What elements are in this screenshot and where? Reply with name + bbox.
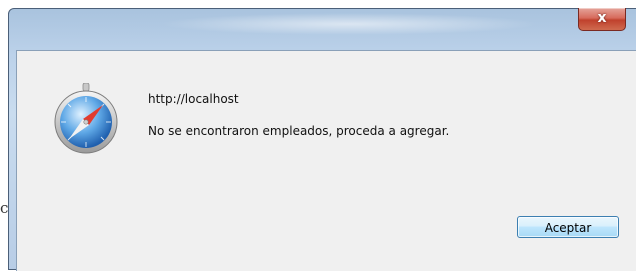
- dialog-body: http://localhost No se encontraron emple…: [16, 50, 636, 271]
- title-bar-glow: [159, 13, 539, 35]
- dialog-origin-url: http://localhost: [148, 92, 239, 106]
- accept-button[interactable]: Aceptar: [517, 216, 619, 238]
- safari-compass-icon: [54, 83, 118, 154]
- dialog-title-bar[interactable]: x: [9, 8, 636, 43]
- alert-dialog-window: x http://localhost No se encontraron emp…: [8, 8, 636, 271]
- dialog-message: No se encontraron empleados, proceda a a…: [148, 124, 450, 138]
- close-button[interactable]: x: [578, 8, 626, 31]
